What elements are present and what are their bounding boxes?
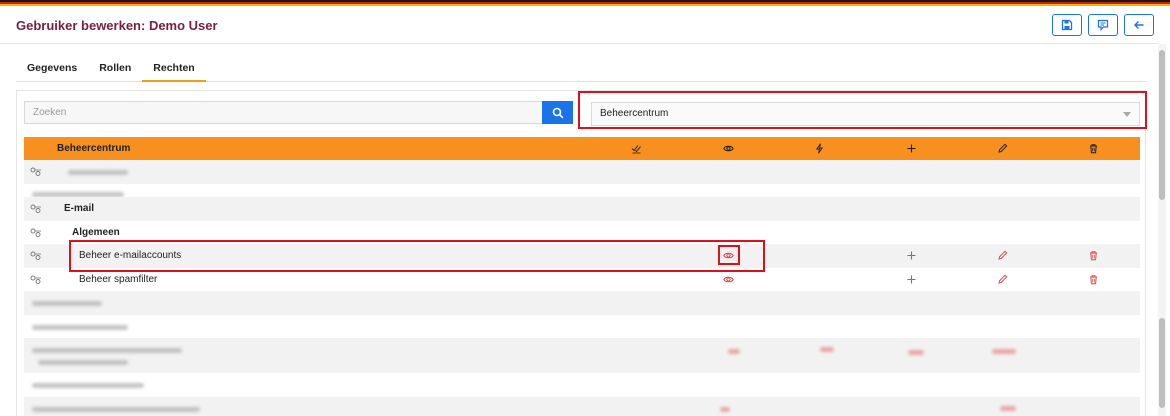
search-input[interactable] [24,101,542,124]
header-actions [1052,14,1154,36]
message-button[interactable] [1088,14,1118,36]
search-icon [552,107,563,118]
eye-icon[interactable] [723,274,734,285]
pencil-icon[interactable] [997,143,1008,154]
arrow-left-icon [1134,21,1144,29]
table-row[interactable] [24,338,1140,373]
redacted-text [32,191,124,197]
redacted-permission [992,349,1016,354]
redacted-permission [908,350,924,355]
table-row[interactable] [24,314,1140,338]
keys-icon [30,251,41,260]
highlight-box [69,240,765,272]
row-label: Beheer spamfilter [79,273,158,285]
save-icon [1061,19,1073,31]
redacted-text [32,348,182,353]
keys-icon [30,228,41,237]
pencil-icon[interactable] [997,274,1008,285]
plus-icon[interactable] [906,143,917,154]
redacted-permission [720,406,730,412]
table-row[interactable] [24,291,1140,315]
redacted-text [68,170,128,175]
search-button[interactable] [542,101,573,124]
tab-rechten[interactable]: Rechten [142,62,207,82]
scrollbar-thumb[interactable] [1159,50,1165,200]
redacted-permission [1000,405,1016,411]
tab-rollen[interactable]: Rollen [88,62,142,81]
table-row[interactable] [24,396,1140,416]
highlight-box [718,245,740,265]
redacted-text [32,301,102,306]
table-header-label: Beheercentrum [57,143,131,154]
table-row[interactable] [24,160,1140,184]
save-button[interactable] [1052,14,1082,36]
table-row[interactable]: E-mail [24,197,1140,221]
trash-icon[interactable] [1088,274,1099,285]
page-header: Gebruiker bewerken: Demo User [0,6,1158,44]
plus-icon[interactable] [906,274,917,285]
highlight-box [578,91,1147,129]
redacted-permission [820,347,834,352]
trash-icon[interactable] [1088,250,1099,261]
eye-icon[interactable] [723,143,734,154]
row-label: Algemeen [72,226,120,238]
tab-gegevens[interactable]: Gegevens [16,62,88,81]
trash-icon[interactable] [1088,143,1099,154]
pencil-icon[interactable] [997,250,1008,261]
table-header: Beheercentrum [24,137,1140,160]
keys-icon [30,204,41,213]
page-title: Gebruiker bewerken: Demo User [16,18,218,33]
redacted-permission [728,349,740,354]
tab-bar: Gegevens Rollen Rechten [16,62,1146,82]
redacted-text [32,324,128,330]
table-row[interactable] [24,373,1140,397]
row-label: E-mail [64,203,95,214]
keys-icon [30,275,41,284]
bolt-icon[interactable] [814,143,825,154]
search-bar [24,101,573,124]
plus-icon[interactable] [906,250,917,261]
keys-icon [30,167,41,176]
redacted-text [38,360,128,365]
check-double-icon[interactable] [631,143,642,154]
redacted-text [32,383,144,388]
back-button[interactable] [1124,14,1154,36]
redacted-text [32,406,200,412]
scrollbar-thumb[interactable] [1159,318,1165,408]
message-icon [1097,19,1109,31]
